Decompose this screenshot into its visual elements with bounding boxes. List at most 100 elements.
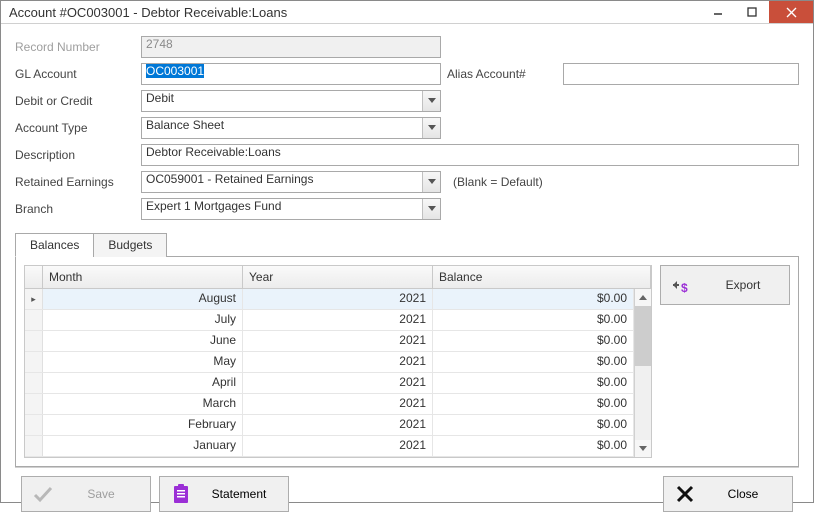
cell-year: 2021 — [243, 352, 433, 372]
statement-icon — [170, 484, 192, 504]
row-indicator — [25, 436, 43, 456]
gl-account-input[interactable]: OC003001 — [141, 63, 441, 85]
maximize-button[interactable] — [735, 1, 769, 23]
account-window: Account #OC003001 - Debtor Receivable:Lo… — [0, 0, 814, 503]
cell-year: 2021 — [243, 415, 433, 435]
scroll-thumb[interactable] — [635, 306, 651, 366]
cell-year: 2021 — [243, 289, 433, 309]
cell-month: February — [43, 415, 243, 435]
alias-account-label: Alias Account# — [447, 67, 557, 81]
minimize-icon — [713, 7, 723, 17]
cell-month: June — [43, 331, 243, 351]
row-indicator — [25, 415, 43, 435]
row-indicator — [25, 331, 43, 351]
close-icon — [786, 7, 797, 18]
chevron-down-icon — [422, 91, 440, 111]
export-label: Export — [707, 278, 779, 292]
table-row[interactable]: April2021$0.00 — [25, 373, 634, 394]
cell-balance: $0.00 — [433, 352, 634, 372]
content-area: Record Number 2748 GL Account OC003001 A… — [1, 24, 813, 529]
col-year[interactable]: Year — [243, 266, 433, 288]
col-month[interactable]: Month — [43, 266, 243, 288]
maximize-icon — [747, 7, 757, 17]
description-input[interactable]: Debtor Receivable:Loans — [141, 144, 799, 166]
row-indicator — [25, 310, 43, 330]
row-indicator — [25, 394, 43, 414]
cell-year: 2021 — [243, 310, 433, 330]
cell-month: March — [43, 394, 243, 414]
save-button[interactable]: Save — [21, 476, 151, 512]
scroll-track[interactable] — [635, 366, 651, 440]
close-button[interactable]: Close — [663, 476, 793, 512]
tab-balances[interactable]: Balances — [15, 233, 94, 257]
svg-text:$: $ — [681, 281, 688, 295]
scroll-up-icon[interactable] — [635, 289, 651, 306]
branch-label: Branch — [15, 202, 135, 216]
table-row[interactable]: May2021$0.00 — [25, 352, 634, 373]
table-row[interactable]: March2021$0.00 — [25, 394, 634, 415]
cell-year: 2021 — [243, 373, 433, 393]
cell-balance: $0.00 — [433, 310, 634, 330]
cell-balance: $0.00 — [433, 394, 634, 414]
balances-grid: Month Year Balance ▸August2021$0.00July2… — [24, 265, 652, 458]
branch-select[interactable]: Expert 1 Mortgages Fund — [141, 198, 441, 220]
row-indicator: ▸ — [25, 289, 43, 309]
grid-rows: ▸August2021$0.00July2021$0.00June2021$0.… — [25, 289, 634, 457]
x-icon — [674, 485, 696, 503]
chevron-down-icon — [422, 172, 440, 192]
table-row[interactable]: February2021$0.00 — [25, 415, 634, 436]
cell-balance: $0.00 — [433, 289, 634, 309]
cell-month: July — [43, 310, 243, 330]
titlebar: Account #OC003001 - Debtor Receivable:Lo… — [1, 1, 813, 24]
record-number-label: Record Number — [15, 40, 135, 54]
table-row[interactable]: July2021$0.00 — [25, 310, 634, 331]
statement-label: Statement — [200, 487, 278, 501]
account-type-select[interactable]: Balance Sheet — [141, 117, 441, 139]
export-icon: $ — [671, 274, 697, 296]
chevron-down-icon — [422, 199, 440, 219]
table-row[interactable]: ▸August2021$0.00 — [25, 289, 634, 310]
close-window-button[interactable] — [769, 1, 813, 23]
debit-credit-select[interactable]: Debit — [141, 90, 441, 112]
close-label: Close — [704, 487, 782, 501]
grid-header: Month Year Balance — [25, 266, 651, 289]
vertical-scrollbar[interactable] — [634, 289, 651, 457]
retained-earnings-select[interactable]: OC059001 - Retained Earnings — [141, 171, 441, 193]
minimize-button[interactable] — [701, 1, 735, 23]
window-title: Account #OC003001 - Debtor Receivable:Lo… — [9, 5, 701, 20]
retained-earnings-label: Retained Earnings — [15, 175, 135, 189]
tab-strip: Balances Budgets — [15, 232, 799, 257]
cell-balance: $0.00 — [433, 331, 634, 351]
scroll-down-icon[interactable] — [635, 440, 651, 457]
retained-earnings-hint: (Blank = Default) — [447, 175, 799, 189]
gl-account-label: GL Account — [15, 67, 135, 81]
statement-button[interactable]: Statement — [159, 476, 289, 512]
footer: Save Statement — [15, 467, 799, 519]
cell-year: 2021 — [243, 394, 433, 414]
row-selector-header — [25, 266, 43, 288]
tab-budgets[interactable]: Budgets — [93, 233, 167, 257]
account-form: Record Number 2748 GL Account OC003001 A… — [15, 36, 799, 220]
alias-account-input[interactable] — [563, 63, 799, 85]
cell-year: 2021 — [243, 436, 433, 456]
export-button[interactable]: $ Export — [660, 265, 790, 305]
account-type-label: Account Type — [15, 121, 135, 135]
table-row[interactable]: January2021$0.00 — [25, 436, 634, 457]
cell-month: January — [43, 436, 243, 456]
grid-actions: $ Export — [660, 265, 790, 458]
cell-month: May — [43, 352, 243, 372]
cell-balance: $0.00 — [433, 373, 634, 393]
cell-month: August — [43, 289, 243, 309]
debit-credit-label: Debit or Credit — [15, 94, 135, 108]
col-balance[interactable]: Balance — [433, 266, 651, 288]
chevron-down-icon — [422, 118, 440, 138]
description-label: Description — [15, 148, 135, 162]
table-row[interactable]: June2021$0.00 — [25, 331, 634, 352]
row-indicator — [25, 352, 43, 372]
cell-balance: $0.00 — [433, 415, 634, 435]
window-controls — [701, 1, 813, 23]
cell-month: April — [43, 373, 243, 393]
record-number-field: 2748 — [141, 36, 441, 58]
check-icon — [32, 485, 54, 503]
cell-balance: $0.00 — [433, 436, 634, 456]
